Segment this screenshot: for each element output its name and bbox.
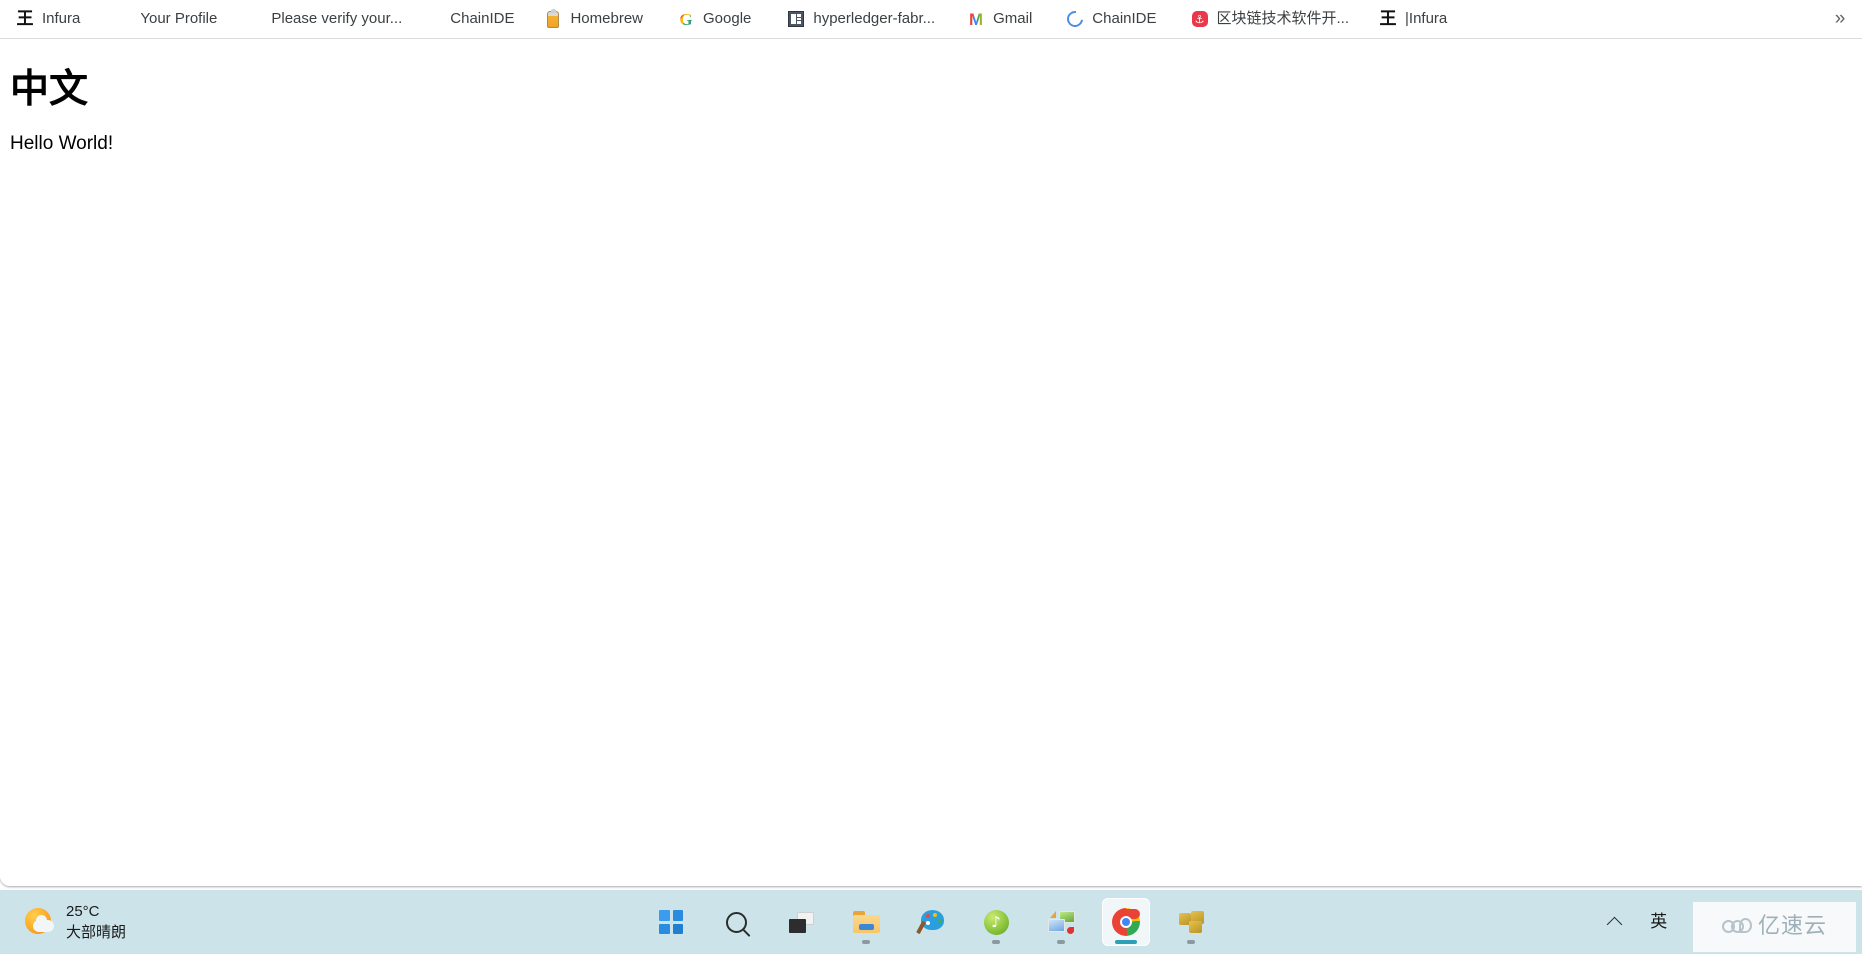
windows-taskbar: 25°C 大部晴朗 ♪ 英 亿速云 (0, 890, 1862, 954)
taskbar-google-chrome[interactable] (1102, 898, 1150, 946)
page-title: 中文 (10, 67, 89, 112)
bookmark-label: Please verify your... (271, 10, 403, 27)
active-indicator (1115, 940, 1137, 944)
running-indicator (1187, 940, 1195, 944)
bookmarks-bar: 王 Infura Your Profile Please verify your… (0, 0, 1862, 39)
running-indicator (1057, 940, 1065, 944)
cloud-logo-icon (1721, 917, 1752, 937)
music-note-icon: ♪ (983, 909, 1009, 935)
taskbar-file-explorer[interactable] (842, 898, 890, 946)
bookmarks-overflow-button[interactable]: » (1826, 5, 1854, 33)
bookmark-please-verify[interactable]: Please verify your... (263, 3, 410, 35)
ime-language-label: 英 (1650, 911, 1668, 932)
running-indicator (862, 940, 870, 944)
page-body-text: Hello World! (10, 132, 114, 154)
paint-palette-icon (915, 910, 944, 935)
folder-icon (852, 911, 880, 933)
gmail-icon: M (969, 9, 984, 29)
weather-condition: 大部晴朗 (66, 923, 127, 941)
search-button[interactable] (712, 898, 760, 946)
chrome-icon (1112, 908, 1140, 936)
tray-overflow-button[interactable] (1593, 902, 1637, 942)
bookmark-label: Infura (42, 10, 81, 27)
page-content-area: 中文 Hello World! (0, 40, 1862, 886)
chevron-up-icon (1606, 916, 1623, 932)
ledger-icon (787, 10, 805, 28)
ime-indicator[interactable]: 英 (1637, 902, 1681, 942)
taskbar-paint-app[interactable] (907, 898, 955, 946)
weather-widget[interactable]: 25°C 大部晴朗 (14, 898, 136, 946)
infura-icon: 王 (16, 8, 34, 29)
bookmark-infura[interactable]: 王 Infura (8, 3, 88, 35)
start-button[interactable] (647, 898, 695, 946)
running-indicator (992, 940, 1000, 944)
blockchain-icon: ⚓ (1191, 10, 1209, 28)
stacked-boxes-icon (1178, 911, 1204, 933)
bookmark-hyperledger-fabric[interactable]: hyperledger-fabr... (779, 3, 943, 35)
task-view-button[interactable] (777, 898, 825, 946)
bookmark-blockchain-software[interactable]: ⚓ 区块链技术软件开... (1183, 3, 1358, 35)
bookmark-label: Homebrew (570, 10, 643, 27)
bookmark-label: ChainIDE (1092, 10, 1157, 27)
bookmark-infura-2[interactable]: 王 |Infura (1371, 3, 1455, 35)
weather-temperature: 25°C (66, 903, 100, 920)
bookmark-label: Your Profile (140, 10, 218, 27)
taskbar-remote-desktop-app[interactable] (1037, 898, 1085, 946)
taskbar-music-app[interactable]: ♪ (972, 898, 1020, 946)
bookmark-chainide-2[interactable]: ChainIDE (1058, 3, 1164, 35)
chainide-icon (1064, 7, 1087, 31)
search-icon (725, 911, 747, 933)
bookmark-chainide-1[interactable]: ChainIDE (442, 3, 522, 35)
sun-cloud-icon (24, 907, 54, 937)
browser-window: 王 Infura Your Profile Please verify your… (0, 0, 1862, 886)
watermark-overlay: 亿速云 (1693, 902, 1856, 952)
bookmark-label: Google (703, 10, 752, 27)
taskbar-yellow-app[interactable] (1167, 898, 1215, 946)
bookmark-label: Gmail (993, 10, 1033, 27)
bookmark-label: |Infura (1405, 10, 1448, 27)
remote-desktop-icon (1047, 910, 1075, 934)
bookmark-your-profile[interactable]: Your Profile (132, 3, 225, 35)
bookmark-label: hyperledger-fabr... (813, 10, 936, 27)
homebrew-icon (544, 8, 562, 28)
bookmark-gmail[interactable]: M Gmail (959, 3, 1040, 35)
google-icon: G (679, 9, 693, 29)
infura-icon: 王 (1379, 8, 1397, 29)
bookmark-label: 区块链技术软件开... (1216, 10, 1350, 27)
bookmark-google[interactable]: G Google (669, 3, 759, 35)
watermark-text: 亿速云 (1757, 914, 1827, 939)
bookmark-homebrew[interactable]: Homebrew (536, 3, 651, 35)
windows-logo-icon (659, 910, 683, 934)
bookmark-label: ChainIDE (450, 10, 515, 27)
task-view-icon (788, 911, 814, 933)
taskbar-app-area: ♪ (647, 890, 1215, 954)
